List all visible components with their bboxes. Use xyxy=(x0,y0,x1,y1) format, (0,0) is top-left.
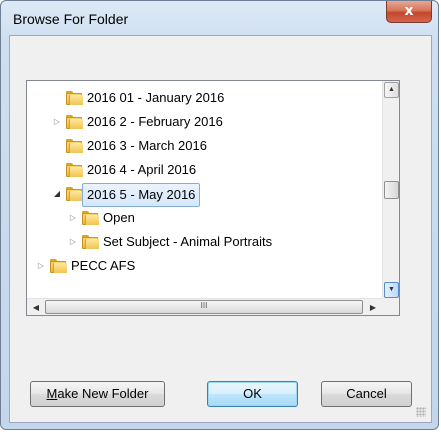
scroll-grip-icon: III xyxy=(200,301,208,310)
folder-tree[interactable]: 2016 01 - January 2016 ▷ 2016 2 - February… xyxy=(26,80,400,316)
tree-item-label: 2016 5 - May 2016 xyxy=(82,183,201,207)
collapsed-arrow-icon[interactable]: ▷ xyxy=(52,110,62,134)
tree-item-label: 2016 3 - March 2016 xyxy=(87,138,207,153)
tree-item-label: 2016 01 - January 2016 xyxy=(87,90,225,105)
make-new-folder-label: ake New Folder xyxy=(57,386,149,401)
folder-icon xyxy=(66,187,83,201)
horizontal-scroll-thumb[interactable]: III xyxy=(45,300,363,314)
make-new-folder-button[interactable]: Make New Folder xyxy=(30,381,165,407)
horizontal-scrollbar[interactable]: ◀ III ▶ xyxy=(27,298,382,315)
tree-item[interactable]: 2016 3 - March 2016 xyxy=(27,134,382,158)
resize-grip-icon[interactable] xyxy=(416,407,426,417)
cancel-button[interactable]: Cancel xyxy=(321,381,412,407)
scrollbar-corner xyxy=(382,298,399,315)
tree-item[interactable]: ▷ PECC AFS xyxy=(27,254,382,278)
ok-button[interactable]: OK xyxy=(207,381,298,407)
tree-item[interactable]: 2016 01 - January 2016 xyxy=(27,86,382,110)
dialog-title: Browse For Folder xyxy=(13,11,129,27)
tree-item[interactable]: ▷ 2016 2 - February 2016 xyxy=(27,110,382,134)
tree-item[interactable]: ◢ 2016 5 - May 2016 xyxy=(27,182,382,207)
folder-icon xyxy=(66,139,83,153)
folder-icon xyxy=(66,115,83,129)
close-button[interactable]: x xyxy=(386,1,432,23)
title-bar[interactable]: Browse For Folder xyxy=(1,1,438,35)
tree-item-label: Set Subject - Animal Portraits xyxy=(103,234,273,249)
collapsed-arrow-icon[interactable]: ▷ xyxy=(36,254,46,278)
tree-item-label: PECC AFS xyxy=(71,258,136,273)
browse-for-folder-dialog: Browse For Folder x 2016 01 - January 20… xyxy=(0,0,439,430)
tree-item-label: 2016 2 - February 2016 xyxy=(87,114,223,129)
tree-item[interactable]: 2016 4 - April 2016 xyxy=(27,158,382,182)
folder-icon xyxy=(82,235,99,249)
vertical-scroll-thumb[interactable] xyxy=(384,181,399,199)
scroll-down-arrow-icon[interactable]: ▼ xyxy=(384,282,399,298)
collapsed-arrow-icon[interactable]: ▷ xyxy=(68,206,78,230)
expanded-arrow-icon[interactable]: ◢ xyxy=(52,182,62,206)
tree-item[interactable]: ▷ Open xyxy=(27,206,382,230)
close-icon: x xyxy=(404,3,414,19)
tree-item-label: Open xyxy=(103,210,135,225)
tree-item-label: 2016 4 - April 2016 xyxy=(87,162,197,177)
folder-icon xyxy=(66,163,83,177)
collapsed-arrow-icon[interactable]: ▷ xyxy=(68,230,78,254)
folder-icon xyxy=(50,259,67,273)
scroll-right-arrow-icon[interactable]: ▶ xyxy=(365,300,381,315)
scroll-left-arrow-icon[interactable]: ◀ xyxy=(28,300,44,315)
folder-icon xyxy=(82,211,99,225)
folder-icon xyxy=(66,91,83,105)
vertical-scrollbar[interactable]: ▲ ▼ xyxy=(382,81,399,299)
make-new-folder-mnemonic: M xyxy=(46,386,58,401)
scroll-up-arrow-icon[interactable]: ▲ xyxy=(384,82,399,98)
tree-item[interactable]: ▷ Set Subject - Animal Portraits xyxy=(27,230,382,254)
